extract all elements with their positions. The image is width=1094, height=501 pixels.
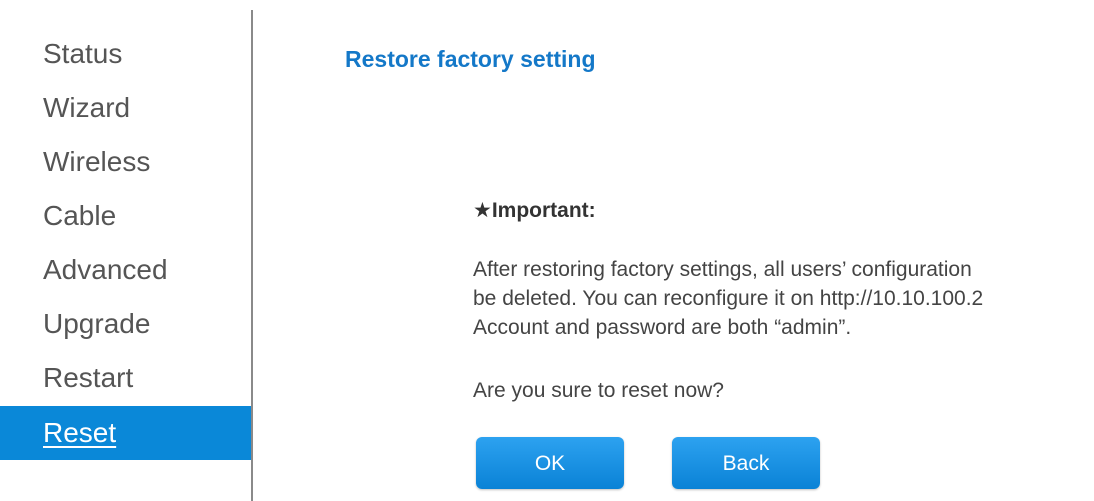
message-line: be deleted. You can reconfigure it on ht…: [473, 287, 984, 310]
sidebar-item-label: Wireless: [43, 146, 151, 177]
sidebar-item-upgrade[interactable]: Upgrade: [0, 297, 251, 351]
sidebar-divider: [251, 10, 253, 501]
sidebar-item-wireless[interactable]: Wireless: [0, 135, 251, 189]
sidebar-item-label: Upgrade: [43, 308, 151, 339]
sidebar-item-label: Cable: [43, 200, 117, 231]
sidebar-item-restart[interactable]: Restart: [0, 351, 251, 405]
page: Status Wizard Wireless Cable Advanced Up…: [0, 0, 1094, 501]
page-title: Restore factory setting: [345, 46, 596, 72]
ok-button[interactable]: OK: [476, 437, 624, 489]
important-heading: ★Important:: [473, 199, 596, 222]
sidebar-item-label: Reset: [43, 417, 117, 448]
sidebar-item-label: Status: [43, 38, 123, 69]
sidebar-item-advanced[interactable]: Advanced: [0, 243, 251, 297]
confirm-question: Are you sure to reset now?: [473, 379, 724, 402]
sidebar-item-cable[interactable]: Cable: [0, 189, 251, 243]
back-button[interactable]: Back: [672, 437, 820, 489]
sidebar-item-wizard[interactable]: Wizard: [0, 81, 251, 135]
sidebar-item-label: Wizard: [43, 92, 131, 123]
reset-warning-message: After restoring factory settings, all us…: [473, 255, 1094, 342]
sidebar-item-status[interactable]: Status: [0, 27, 251, 81]
message-line: Account and password are both “admin”.: [473, 316, 852, 339]
sidebar-item-reset[interactable]: Reset: [0, 406, 251, 460]
sidebar-item-label: Restart: [43, 362, 134, 393]
sidebar-item-label: Advanced: [43, 254, 168, 285]
message-line: After restoring factory settings, all us…: [473, 258, 972, 281]
sidebar-nav: Status Wizard Wireless Cable Advanced Up…: [0, 0, 251, 501]
